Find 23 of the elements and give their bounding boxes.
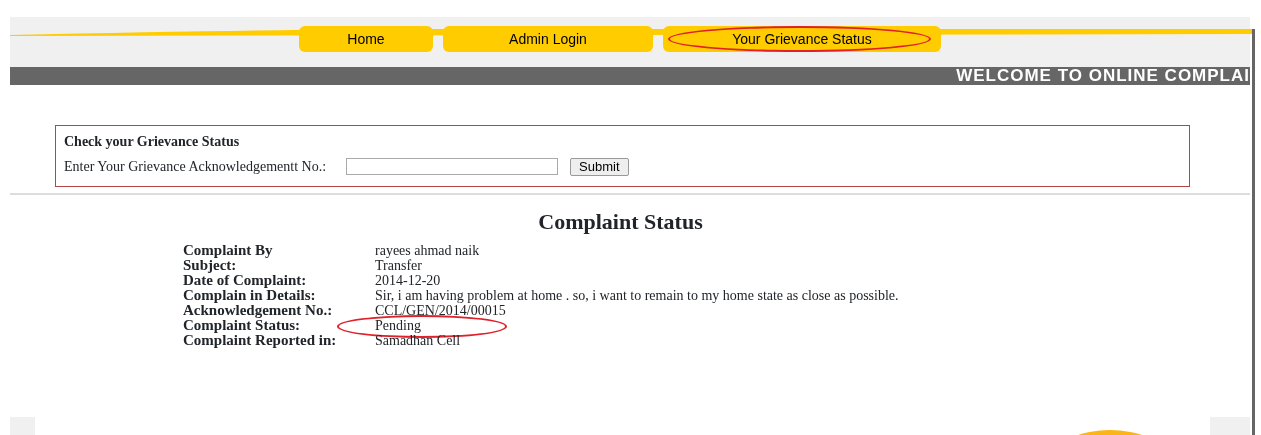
detail-value: Samadhan Cell [375, 333, 461, 348]
detail-value: rayees ahmad naik [375, 243, 480, 258]
detail-value: CCL/GEN/2014/00015 [375, 303, 506, 318]
welcome-banner: WELCOME TO ONLINE COMPLAI [10, 67, 1250, 85]
nav-button[interactable]: Admin Login [443, 26, 653, 52]
detail-label: Acknowledgement No.: [183, 304, 334, 317]
nav-button[interactable]: Home [299, 26, 433, 52]
detail-label: Complain in Details: [183, 289, 317, 302]
acknowledgement-input[interactable] [346, 158, 559, 175]
detail-label: Complaint By [183, 244, 274, 257]
detail-label: Subject: [183, 259, 237, 272]
detail-value: Pending [375, 318, 421, 333]
page-heading: Complaint Status [537, 209, 704, 235]
submit-button[interactable]: Submit [570, 157, 629, 176]
form-title: Check your Grievance Status [64, 133, 241, 151]
detail-label: Complaint Reported in: [183, 334, 338, 347]
detail-value: 2014-12-20 [375, 273, 441, 288]
detail-value: Transfer [375, 258, 422, 273]
detail-value: Sir, i am having problem at home . so, i want to remain to my home state as close as possible. [375, 288, 899, 303]
field-label: Enter Your Grievance Acknowledgementt No.: [64, 158, 327, 176]
detail-label: Date of Complaint: [183, 274, 308, 287]
detail-label: Complaint Status: [183, 319, 302, 332]
nav-button[interactable]: Your Grievance Status [663, 26, 941, 52]
